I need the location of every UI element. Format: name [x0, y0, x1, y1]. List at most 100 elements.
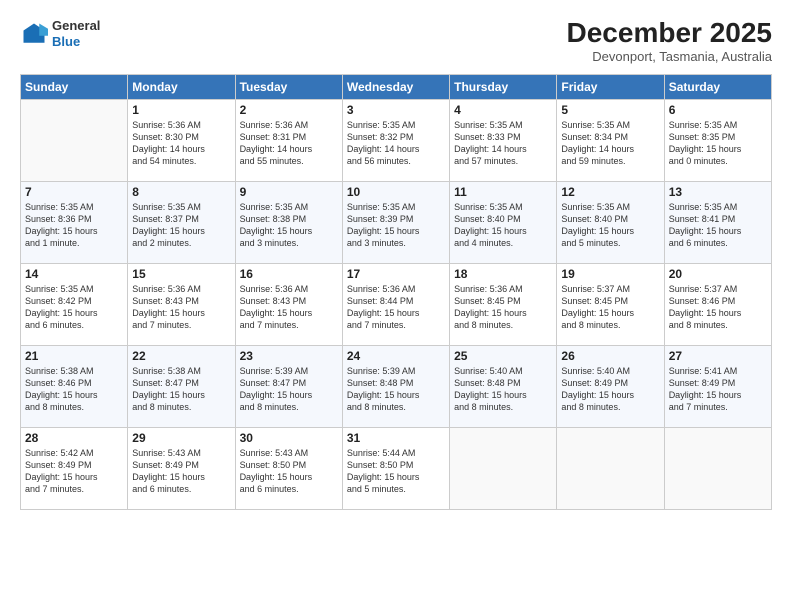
- day-number: 16: [240, 267, 338, 281]
- calendar-day-23: 23 Sunrise: 5:39 AM Sunset: 8:47 PM Dayli…: [235, 345, 342, 427]
- day-info: Sunrise: 5:39 AM Sunset: 8:47 PM Dayligh…: [240, 365, 338, 414]
- calendar-day-15: 15 Sunrise: 5:36 AM Sunset: 8:43 PM Dayli…: [128, 263, 235, 345]
- calendar-day-9: 9 Sunrise: 5:35 AM Sunset: 8:38 PM Daylig…: [235, 181, 342, 263]
- logo-text: General Blue: [52, 18, 100, 49]
- day-number: 19: [561, 267, 659, 281]
- day-info: Sunrise: 5:36 AM Sunset: 8:44 PM Dayligh…: [347, 283, 445, 332]
- calendar-day-11: 11 Sunrise: 5:35 AM Sunset: 8:40 PM Dayli…: [450, 181, 557, 263]
- calendar-day-25: 25Sunrise: 5:40 AM Sunset: 8:48 PM Dayli…: [450, 345, 557, 427]
- day-info: Sunrise: 5:35 AM Sunset: 8:40 PM Dayligh…: [454, 201, 552, 250]
- day-info: Sunrise: 5:41 AM Sunset: 8:49 PM Dayligh…: [669, 365, 767, 414]
- day-number: 9: [240, 185, 338, 199]
- day-number: 14: [25, 267, 123, 281]
- calendar-week-1: 1 Sunrise: 5:36 AM Sunset: 8:30 PM Daylig…: [21, 99, 772, 181]
- calendar-day-21: 21 Sunrise: 5:38 AM Sunset: 8:46 PM Dayli…: [21, 345, 128, 427]
- calendar-day-20: 20 Sunrise: 5:37 AM Sunset: 8:46 PM Dayli…: [664, 263, 771, 345]
- day-info: Sunrise: 5:36 AM Sunset: 8:30 PM Dayligh…: [132, 119, 230, 168]
- calendar-day-16: 16Sunrise: 5:36 AM Sunset: 8:43 PM Dayli…: [235, 263, 342, 345]
- day-number: 7: [25, 185, 123, 199]
- calendar-day-5: 5 Sunrise: 5:35 AM Sunset: 8:34 PM Daylig…: [557, 99, 664, 181]
- col-header-thursday: Thursday: [450, 74, 557, 99]
- header: General Blue December 2025 Devonport, Ta…: [20, 18, 772, 64]
- calendar-day-6: 6 Sunrise: 5:35 AM Sunset: 8:35 PM Daylig…: [664, 99, 771, 181]
- calendar-day-29: 29 Sunrise: 5:43 AM Sunset: 8:49 PM Dayli…: [128, 427, 235, 509]
- day-number: 21: [25, 349, 123, 363]
- day-info: Sunrise: 5:35 AM Sunset: 8:36 PM Dayligh…: [25, 201, 123, 250]
- day-number: 23: [240, 349, 338, 363]
- day-info: Sunrise: 5:36 AM Sunset: 8:43 PM Dayligh…: [132, 283, 230, 332]
- day-info: Sunrise: 5:35 AM Sunset: 8:39 PM Dayligh…: [347, 201, 445, 250]
- calendar-day-28: 28 Sunrise: 5:42 AM Sunset: 8:49 PM Dayli…: [21, 427, 128, 509]
- col-header-tuesday: Tuesday: [235, 74, 342, 99]
- col-header-saturday: Saturday: [664, 74, 771, 99]
- day-info: Sunrise: 5:35 AM Sunset: 8:32 PM Dayligh…: [347, 119, 445, 168]
- day-info: Sunrise: 5:40 AM Sunset: 8:49 PM Dayligh…: [561, 365, 659, 414]
- day-info: Sunrise: 5:35 AM Sunset: 8:37 PM Dayligh…: [132, 201, 230, 250]
- calendar-header-row: SundayMondayTuesdayWednesdayThursdayFrid…: [21, 74, 772, 99]
- day-number: 4: [454, 103, 552, 117]
- day-info: Sunrise: 5:35 AM Sunset: 8:35 PM Dayligh…: [669, 119, 767, 168]
- calendar-day-10: 10Sunrise: 5:35 AM Sunset: 8:39 PM Dayli…: [342, 181, 449, 263]
- calendar-week-4: 21 Sunrise: 5:38 AM Sunset: 8:46 PM Dayli…: [21, 345, 772, 427]
- calendar-week-5: 28 Sunrise: 5:42 AM Sunset: 8:49 PM Dayli…: [21, 427, 772, 509]
- calendar-empty: [664, 427, 771, 509]
- day-number: 15: [132, 267, 230, 281]
- calendar-day-22: 22Sunrise: 5:38 AM Sunset: 8:47 PM Dayli…: [128, 345, 235, 427]
- day-number: 11: [454, 185, 552, 199]
- day-number: 24: [347, 349, 445, 363]
- calendar-week-3: 14 Sunrise: 5:35 AM Sunset: 8:42 PM Dayli…: [21, 263, 772, 345]
- day-number: 2: [240, 103, 338, 117]
- month-title: December 2025: [567, 18, 772, 49]
- day-number: 17: [347, 267, 445, 281]
- calendar-week-2: 7 Sunrise: 5:35 AM Sunset: 8:36 PM Daylig…: [21, 181, 772, 263]
- calendar-table: SundayMondayTuesdayWednesdayThursdayFrid…: [20, 74, 772, 510]
- day-info: Sunrise: 5:43 AM Sunset: 8:49 PM Dayligh…: [132, 447, 230, 496]
- day-info: Sunrise: 5:35 AM Sunset: 8:42 PM Dayligh…: [25, 283, 123, 332]
- col-header-monday: Monday: [128, 74, 235, 99]
- day-info: Sunrise: 5:44 AM Sunset: 8:50 PM Dayligh…: [347, 447, 445, 496]
- day-number: 29: [132, 431, 230, 445]
- calendar-day-31: 31 Sunrise: 5:44 AM Sunset: 8:50 PM Dayli…: [342, 427, 449, 509]
- day-number: 30: [240, 431, 338, 445]
- calendar-day-3: 3 Sunrise: 5:35 AM Sunset: 8:32 PM Daylig…: [342, 99, 449, 181]
- day-info: Sunrise: 5:35 AM Sunset: 8:34 PM Dayligh…: [561, 119, 659, 168]
- day-number: 18: [454, 267, 552, 281]
- calendar-day-12: 12Sunrise: 5:35 AM Sunset: 8:40 PM Dayli…: [557, 181, 664, 263]
- day-number: 31: [347, 431, 445, 445]
- day-number: 28: [25, 431, 123, 445]
- day-info: Sunrise: 5:37 AM Sunset: 8:45 PM Dayligh…: [561, 283, 659, 332]
- day-info: Sunrise: 5:35 AM Sunset: 8:38 PM Dayligh…: [240, 201, 338, 250]
- day-info: Sunrise: 5:36 AM Sunset: 8:31 PM Dayligh…: [240, 119, 338, 168]
- day-number: 26: [561, 349, 659, 363]
- day-info: Sunrise: 5:35 AM Sunset: 8:40 PM Dayligh…: [561, 201, 659, 250]
- calendar-empty: [21, 99, 128, 181]
- calendar-day-2: 2 Sunrise: 5:36 AM Sunset: 8:31 PM Daylig…: [235, 99, 342, 181]
- calendar-day-7: 7 Sunrise: 5:35 AM Sunset: 8:36 PM Daylig…: [21, 181, 128, 263]
- subtitle: Devonport, Tasmania, Australia: [567, 49, 772, 64]
- calendar-day-30: 30 Sunrise: 5:43 AM Sunset: 8:50 PM Dayli…: [235, 427, 342, 509]
- day-number: 1: [132, 103, 230, 117]
- day-info: Sunrise: 5:39 AM Sunset: 8:48 PM Dayligh…: [347, 365, 445, 414]
- day-info: Sunrise: 5:42 AM Sunset: 8:49 PM Dayligh…: [25, 447, 123, 496]
- day-number: 13: [669, 185, 767, 199]
- day-info: Sunrise: 5:37 AM Sunset: 8:46 PM Dayligh…: [669, 283, 767, 332]
- day-number: 6: [669, 103, 767, 117]
- day-info: Sunrise: 5:38 AM Sunset: 8:46 PM Dayligh…: [25, 365, 123, 414]
- day-info: Sunrise: 5:35 AM Sunset: 8:33 PM Dayligh…: [454, 119, 552, 168]
- day-info: Sunrise: 5:38 AM Sunset: 8:47 PM Dayligh…: [132, 365, 230, 414]
- calendar-day-8: 8Sunrise: 5:35 AM Sunset: 8:37 PM Daylig…: [128, 181, 235, 263]
- calendar-empty: [557, 427, 664, 509]
- col-header-friday: Friday: [557, 74, 664, 99]
- day-number: 3: [347, 103, 445, 117]
- calendar-empty: [450, 427, 557, 509]
- calendar-day-14: 14 Sunrise: 5:35 AM Sunset: 8:42 PM Dayli…: [21, 263, 128, 345]
- day-number: 20: [669, 267, 767, 281]
- day-info: Sunrise: 5:43 AM Sunset: 8:50 PM Dayligh…: [240, 447, 338, 496]
- calendar-day-13: 13Sunrise: 5:35 AM Sunset: 8:41 PM Dayli…: [664, 181, 771, 263]
- calendar-day-19: 19 Sunrise: 5:37 AM Sunset: 8:45 PM Dayli…: [557, 263, 664, 345]
- day-info: Sunrise: 5:40 AM Sunset: 8:48 PM Dayligh…: [454, 365, 552, 414]
- day-number: 5: [561, 103, 659, 117]
- calendar-day-1: 1 Sunrise: 5:36 AM Sunset: 8:30 PM Daylig…: [128, 99, 235, 181]
- title-block: December 2025 Devonport, Tasmania, Austr…: [567, 18, 772, 64]
- day-info: Sunrise: 5:36 AM Sunset: 8:45 PM Dayligh…: [454, 283, 552, 332]
